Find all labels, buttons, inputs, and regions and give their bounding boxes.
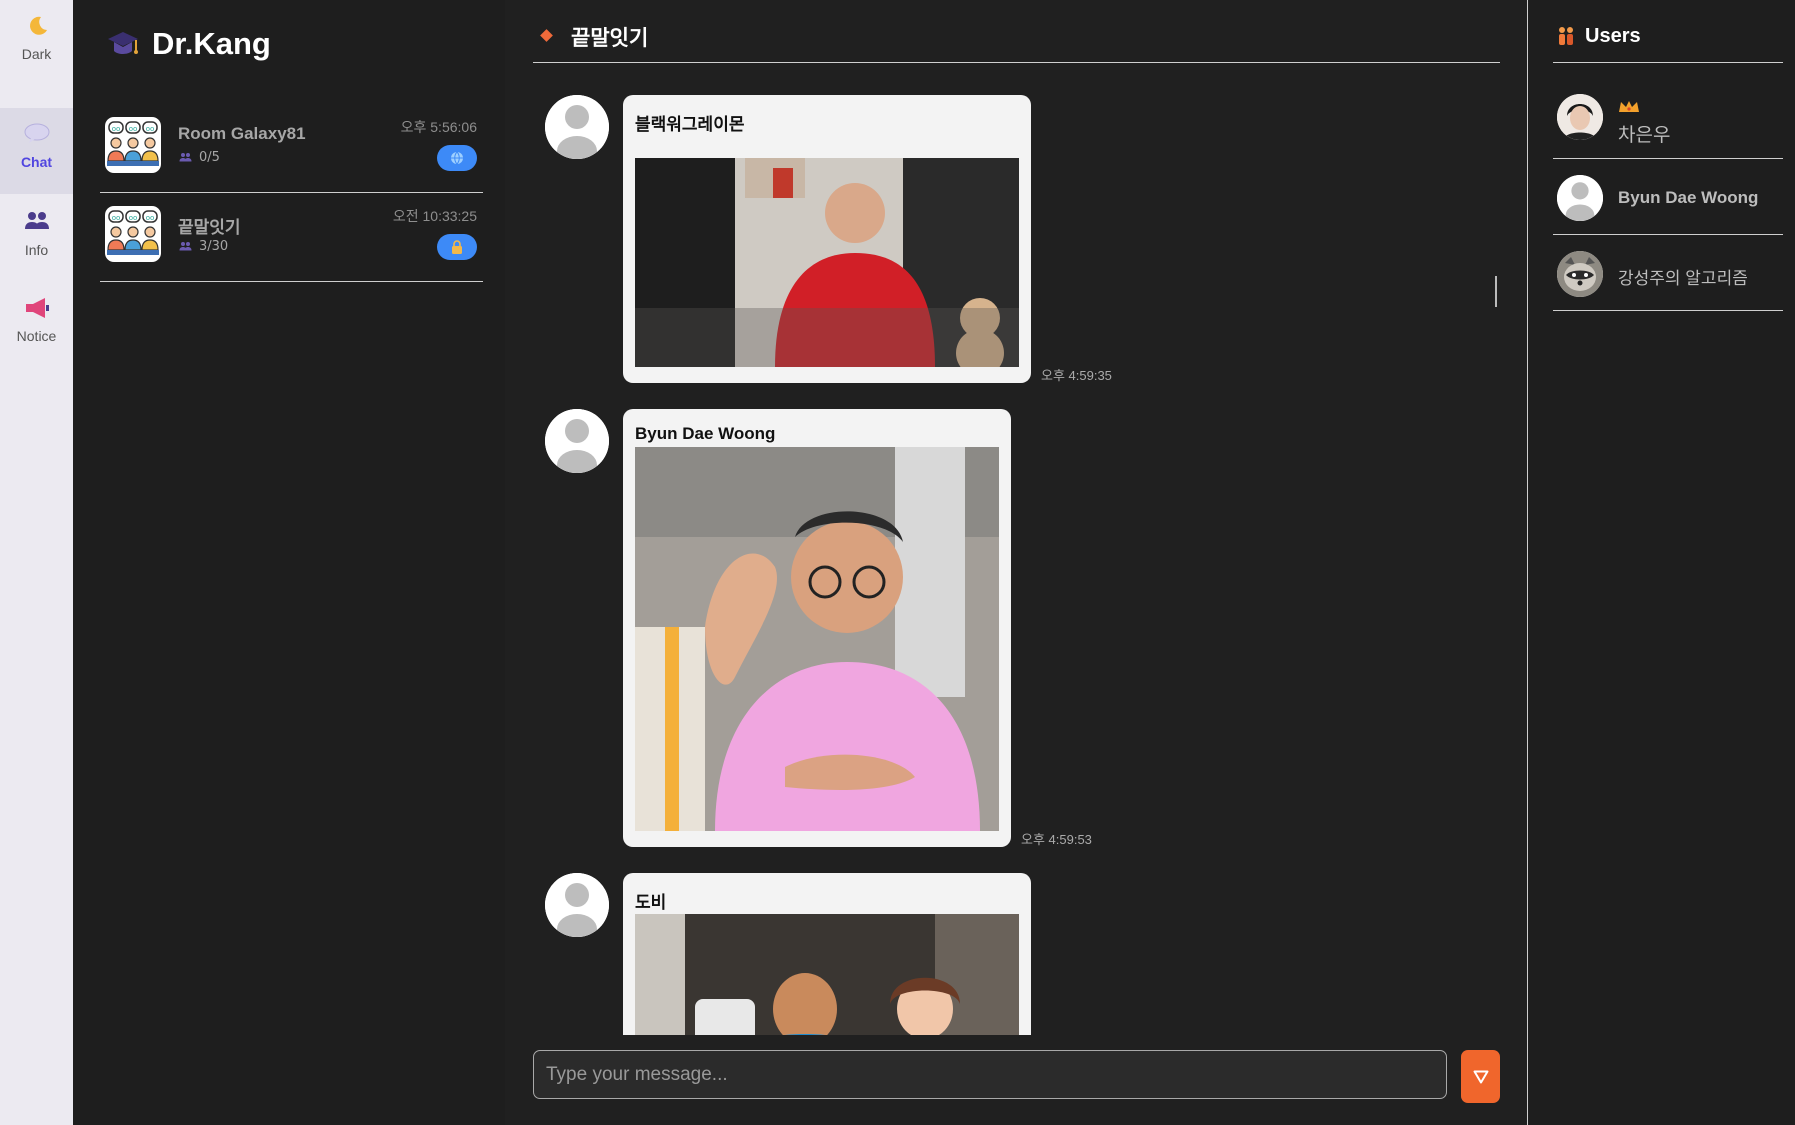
chat-panel: 끝말잇기 블랙워그레이몬 오후 4:59:35 Byun Dae Woong 오…	[505, 0, 1527, 1125]
users-header: Users	[1553, 0, 1783, 63]
user-item[interactable]: 강성주의 알고리즘	[1553, 236, 1783, 311]
default-avatar-icon	[1557, 175, 1603, 221]
room-time: 오전 10:33:25	[392, 208, 477, 224]
room-member-count: 0/5	[178, 150, 220, 165]
chat-title: 끝말잇기	[571, 26, 649, 50]
room-group-icon: oo oo oo	[105, 206, 161, 262]
brand-name: Dr.Kang	[152, 26, 271, 61]
room-group-icon: oo oo oo	[105, 117, 161, 173]
user-name: 강성주의 알고리즘	[1618, 269, 1748, 288]
users-title: Users	[1585, 25, 1641, 47]
room-member-count: 3/30	[178, 239, 228, 254]
chat-header: 끝말잇기	[533, 0, 1500, 63]
room-time: 오후 5:56:06	[400, 119, 477, 135]
message-bubble: 도비	[623, 873, 1031, 1035]
nav-dark-toggle[interactable]: Dark	[0, 0, 73, 80]
room-title: 끝말잇기	[178, 218, 241, 237]
default-avatar-icon	[545, 873, 609, 937]
nav-label: Info	[24, 242, 49, 258]
svg-text:oo: oo	[112, 125, 121, 133]
people-icon	[179, 242, 192, 251]
message-bubble: Byun Dae Woong	[623, 409, 1011, 847]
default-avatar-icon	[545, 95, 609, 159]
users-panel: Users 차은우 Byun Dae Woong 강성주의 알고리즘	[1527, 0, 1795, 1125]
room-status-badge	[437, 145, 477, 171]
room-item[interactable]: oo oo oo 끝말잇기 3/30 오전 10:33:25	[100, 193, 483, 282]
user-item[interactable]: 차은우	[1553, 64, 1783, 159]
svg-text:oo: oo	[146, 125, 155, 133]
people-icon	[0, 210, 73, 240]
user-name: Byun Dae Woong	[1618, 188, 1759, 207]
nav-label: Notice	[16, 328, 57, 344]
room-title: Room Galaxy81	[178, 124, 306, 143]
room-count-text: 3/30	[199, 239, 229, 254]
send-button[interactable]	[1461, 1050, 1500, 1103]
user-item[interactable]: Byun Dae Woong	[1553, 160, 1783, 235]
moon-icon	[0, 14, 73, 44]
user-name: 차은우	[1618, 125, 1671, 146]
message-sender: 블랙워그레이몬	[635, 115, 745, 134]
room-item[interactable]: oo oo oo Room Galaxy81 0/5 오후 5:56:06	[100, 104, 483, 193]
svg-text:oo: oo	[129, 214, 138, 222]
nav-info[interactable]: Info	[0, 196, 73, 276]
crown-icon	[1619, 101, 1639, 112]
send-icon	[1473, 1070, 1488, 1083]
scrollbar-thumb[interactable]	[1495, 276, 1497, 307]
message-bubble: 블랙워그레이몬	[623, 95, 1031, 383]
message-sender: Byun Dae Woong	[635, 424, 776, 443]
message-input[interactable]	[533, 1050, 1447, 1099]
message-time: 오후 4:59:35	[1041, 368, 1112, 383]
message-sender: 도비	[635, 893, 667, 912]
message-gif[interactable]	[635, 447, 999, 831]
room-status-badge	[437, 234, 477, 260]
diamond-icon	[540, 29, 553, 42]
svg-text:oo: oo	[112, 214, 121, 222]
nav-chat[interactable]: Chat	[0, 108, 73, 194]
raccoon-avatar	[1557, 251, 1603, 297]
lock-icon	[452, 240, 462, 254]
nav-label: Chat	[20, 154, 53, 170]
user-avatar	[1557, 94, 1603, 140]
message-gif[interactable]	[635, 914, 1019, 1035]
room-sidebar: Dr.Kang oo oo oo Room Galaxy81 0/5 오후 5:…	[73, 0, 505, 1125]
nav-notice[interactable]: Notice	[0, 282, 73, 362]
svg-text:oo: oo	[146, 214, 155, 222]
message-list[interactable]: 블랙워그레이몬 오후 4:59:35 Byun Dae Woong 오후 4:5…	[533, 80, 1500, 1035]
message-composer	[533, 1050, 1500, 1103]
nav-rail: Dark Chat Info Notice	[0, 0, 73, 1125]
people-standing-icon	[1559, 27, 1573, 45]
message-gif[interactable]	[635, 158, 1019, 367]
default-avatar-icon	[545, 409, 609, 473]
brand: Dr.Kang	[106, 22, 271, 66]
graduation-cap-icon	[108, 32, 138, 54]
message-time: 오후 4:59:53	[1021, 832, 1092, 847]
chat-bubble-icon	[0, 122, 73, 152]
svg-text:oo: oo	[129, 125, 138, 133]
people-icon	[179, 153, 192, 162]
nav-label: Dark	[21, 46, 52, 62]
globe-icon	[451, 151, 463, 165]
megaphone-icon	[0, 296, 73, 326]
room-count-text: 0/5	[199, 150, 220, 165]
